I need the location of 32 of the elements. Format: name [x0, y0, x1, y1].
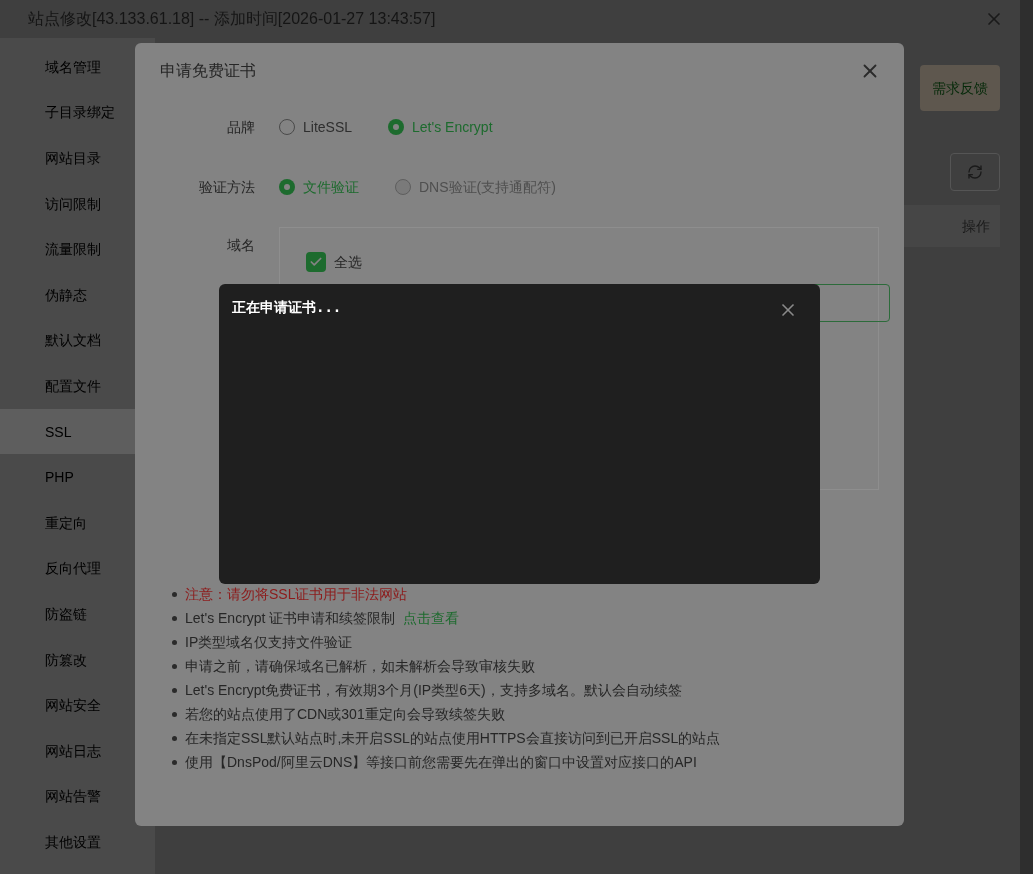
select-all-checkbox[interactable]: 全选: [306, 252, 852, 272]
bullet-icon: [172, 735, 177, 741]
bullet-icon: [172, 759, 177, 765]
refresh-button[interactable]: [950, 153, 1000, 191]
bullet-icon: [172, 615, 177, 621]
note-text: 申请之前，请确保域名已解析，如未解析会导致审核失败: [185, 657, 535, 676]
field-label: 域名: [226, 236, 255, 255]
radio-icon: [388, 119, 405, 135]
bullet-icon: [172, 639, 177, 645]
bullet-icon: [172, 591, 177, 597]
bullet-icon: [172, 711, 177, 717]
note-text: 使用【DnsPod/阿里云DNS】等接口前您需要先在弹出的窗口中设置对应接口的API: [185, 753, 697, 772]
radio-icon: [395, 179, 411, 195]
field-label: 验证方法: [198, 178, 255, 197]
note-text: IP类型域名仅支持文件验证: [185, 633, 353, 652]
feedback-link[interactable]: 需求反馈: [920, 65, 1000, 111]
warning-note: 注意：请勿将SSL证书用于非法网站: [185, 585, 408, 604]
radio-option[interactable]: Let's Encrypt: [388, 117, 493, 137]
bullet-icon: [172, 687, 177, 693]
radio-option[interactable]: 文件验证: [279, 177, 359, 197]
note-text: 在未指定SSL默认站点时,未开启SSL的站点使用HTTPS会直接访问到已开启SSL的站点: [185, 729, 721, 748]
note-text: 若您的站点使用了CDN或301重定向会导致续签失败: [185, 705, 505, 724]
radio-option[interactable]: LiteSSL: [279, 117, 353, 137]
note-text: Let's Encrypt 证书申请和续签限制: [185, 609, 396, 628]
dialog-title: 申请免费证书: [160, 61, 256, 81]
progress-message: 正在申请证书...: [232, 298, 342, 317]
view-link[interactable]: 点击查看: [403, 608, 460, 628]
bullet-icon: [172, 663, 177, 669]
refresh-icon: [967, 164, 983, 180]
note-text: Let's Encrypt免费证书，有效期3个月(IP类型6天)，支持多域名。默认会自动续签: [185, 681, 682, 700]
radio-icon: [279, 179, 295, 195]
field-label: 品牌: [226, 118, 255, 137]
